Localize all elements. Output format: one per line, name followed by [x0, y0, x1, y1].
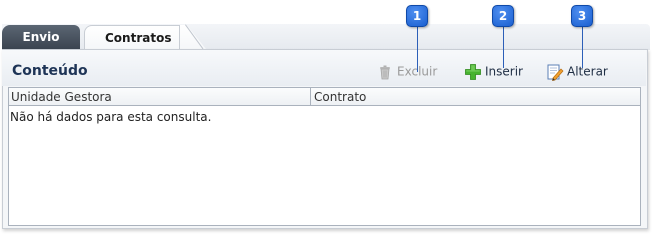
alterar-label: Alterar [567, 64, 608, 79]
callout-badge-1: 1 [406, 5, 428, 27]
column-header-unidade-gestora[interactable]: Unidade Gestora [9, 88, 311, 106]
column-header-contrato[interactable]: Contrato [312, 88, 640, 106]
plus-icon [464, 63, 482, 81]
trash-icon [376, 63, 394, 81]
inserir-button[interactable]: Inserir [464, 61, 523, 81]
callout-pointer-1 [417, 27, 418, 72]
callout-pointer-2 [503, 27, 504, 68]
callout-pointer-3 [582, 27, 583, 68]
excluir-button[interactable]: Excluir [376, 61, 437, 81]
edit-icon [546, 63, 564, 81]
data-table [8, 87, 641, 226]
panel-title: Conteúdo [12, 63, 88, 79]
callout-badge-2: 2 [492, 5, 514, 27]
tab-contratos[interactable]: Contratos [84, 25, 180, 49]
empty-table-message: Não há dados para esta consulta. [10, 110, 212, 124]
alterar-button[interactable]: Alterar [546, 61, 608, 81]
tab-envio[interactable]: Envio [2, 25, 80, 49]
callout-badge-3: 3 [571, 5, 593, 27]
